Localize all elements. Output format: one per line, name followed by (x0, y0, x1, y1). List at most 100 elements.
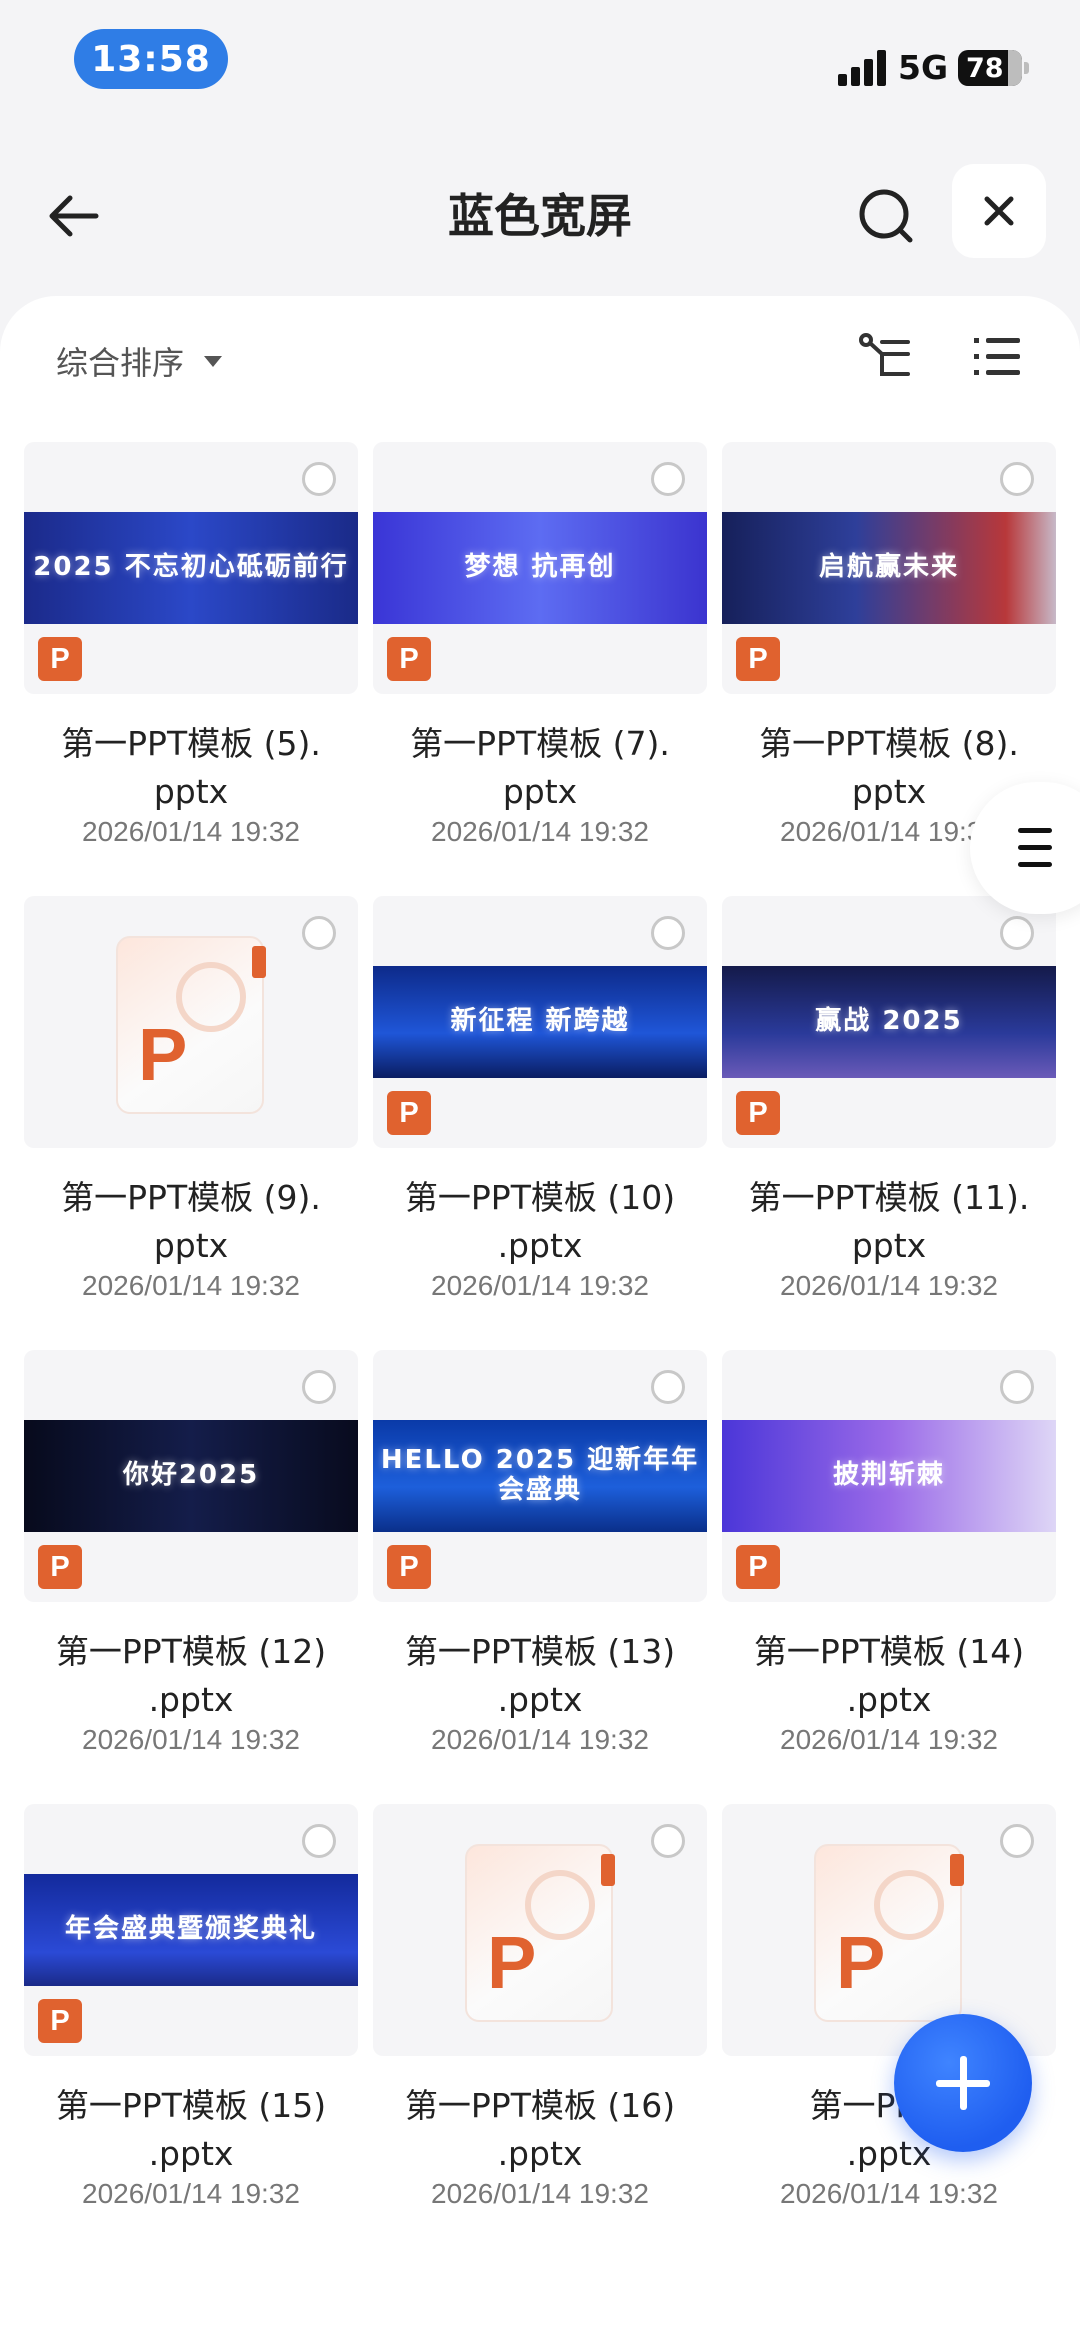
file-name: 第一PPT模板 (13) .pptx (404, 1632, 676, 1719)
select-checkbox[interactable] (1000, 1824, 1034, 1858)
plus-icon-bar (960, 2056, 967, 2110)
ppt-letter: P (836, 1921, 886, 2004)
file-date: 2026/01/14 19:32 (780, 2178, 998, 2209)
close-icon (984, 196, 1014, 226)
ppt-file-icon: P (814, 1844, 964, 2022)
list-view-button[interactable] (972, 334, 1022, 380)
battery-icon: 78 (958, 50, 1022, 86)
file-date: 2026/01/14 19:32 (431, 1724, 649, 1755)
banner-text: 梦想 抗再创 (464, 552, 616, 583)
file-date: 2026/01/14 19:32 (780, 1724, 998, 1755)
ppt-file-icon: P (736, 1545, 780, 1589)
file-name: 第一PPT模板 (12) .pptx (55, 1632, 327, 1719)
file-thumbnail: HELLO 2025 迎新年年会盛典 P (373, 1350, 707, 1602)
file-name: 第一PPT模板 (16) .pptx (404, 2086, 676, 2173)
battery-tip (1024, 62, 1029, 74)
file-date: 2026/01/14 19:32 (82, 1724, 300, 1755)
network-type: 5G (898, 48, 949, 87)
file-thumbnail: 启航赢未来 P (722, 442, 1056, 694)
banner-preview: 新征程 新跨越 (373, 966, 707, 1078)
select-checkbox[interactable] (1000, 916, 1034, 950)
select-checkbox[interactable] (651, 1824, 685, 1858)
banner-preview: 披荆斩棘 (722, 1420, 1056, 1532)
ppt-file-icon: P (736, 1091, 780, 1135)
file-name: 第一PPT模板 (10) .pptx (404, 1178, 676, 1265)
banner-text: 新征程 新跨越 (450, 1006, 630, 1037)
tree-view-icon (859, 333, 910, 376)
select-checkbox[interactable] (302, 1824, 336, 1858)
select-checkbox[interactable] (302, 462, 336, 496)
file-name: 第一PPT模板 (15) .pptx (55, 2086, 327, 2173)
file-name: 第一PPT模板 (5). pptx (61, 724, 321, 811)
ppt-file-icon: P (387, 637, 431, 681)
file-thumbnail: 赢战 2025 P (722, 896, 1056, 1148)
banner-text: 披荆斩棘 (832, 1460, 945, 1491)
ppt-letter: P (138, 1013, 188, 1096)
banner-preview: 2025 不忘初心砥砺前行 (24, 512, 358, 624)
select-checkbox[interactable] (302, 1370, 336, 1404)
file-thumbnail: 新征程 新跨越 P (373, 896, 707, 1148)
ppt-file-icon: P (736, 637, 780, 681)
status-time: 13:58 (74, 29, 228, 89)
banner-preview: HELLO 2025 迎新年年会盛典 (373, 1420, 707, 1532)
select-checkbox[interactable] (1000, 1370, 1034, 1404)
close-button[interactable] (952, 164, 1046, 258)
ppt-file-icon: P (38, 637, 82, 681)
banner-preview: 你好2025 (24, 1420, 358, 1532)
banner-preview: 启航赢未来 (722, 512, 1056, 624)
add-button[interactable] (894, 2014, 1032, 2152)
ppt-letter: P (487, 1921, 537, 2004)
file-thumbnail: 披荆斩棘 P (722, 1350, 1056, 1602)
search-icon (859, 189, 913, 243)
ppt-file-icon: P (38, 1999, 82, 2043)
file-thumbnail: 年会盛典暨颁奖典礼 P (24, 1804, 358, 2056)
file-name: 第一PPT模板 (11). pptx (748, 1178, 1030, 1265)
select-checkbox[interactable] (1000, 462, 1034, 496)
file-thumbnail: P (373, 1804, 707, 2056)
file-thumbnail: 梦想 抗再创 P (373, 442, 707, 694)
tree-view-button[interactable] (858, 332, 914, 382)
search-button[interactable] (850, 180, 922, 252)
file-date: 2026/01/14 19:32 (82, 816, 300, 847)
list-view-icon (974, 338, 1020, 375)
file-thumbnail: P (722, 1804, 1056, 2056)
file-date: 2026/01/14 19:32 (82, 1270, 300, 1301)
file-date: 2026/01/14 19:32 (780, 1270, 998, 1301)
menu-icon-line (1018, 862, 1052, 867)
banner-preview: 赢战 2025 (722, 966, 1056, 1078)
file-thumbnail: P (24, 896, 358, 1148)
file-date: 2026/01/14 19:32 (431, 816, 649, 847)
sort-label: 综合排序 (56, 344, 185, 382)
file-name: 第一PPT模板 (14) .pptx (753, 1632, 1025, 1719)
ppt-file-icon: P (387, 1091, 431, 1135)
file-fold (601, 1854, 615, 1886)
file-name: 第一PPT模板 (9). pptx (61, 1178, 321, 1265)
file-name: 第一PPT模板 (7). pptx (410, 724, 670, 811)
file-fold (950, 1854, 964, 1886)
menu-icon (1018, 828, 1052, 833)
banner-preview: 年会盛典暨颁奖典礼 (24, 1874, 358, 1986)
battery-level: 78 (966, 52, 1004, 84)
banner-text: 你好2025 (122, 1460, 260, 1491)
file-date: 2026/01/14 19:32 (82, 2178, 300, 2209)
ppt-file-icon: P (116, 936, 266, 1114)
select-checkbox[interactable] (302, 916, 336, 950)
sort-dropdown[interactable]: 综合排序 (56, 338, 223, 384)
header: 蓝色宽屏 (0, 150, 1080, 280)
ppt-file-icon: P (387, 1545, 431, 1589)
select-checkbox[interactable] (651, 1370, 685, 1404)
select-checkbox[interactable] (651, 462, 685, 496)
file-date: 2026/01/14 19:32 (431, 2178, 649, 2209)
file-thumbnail: 你好2025 P (24, 1350, 358, 1602)
status-bar: 13:58 5G 78 (0, 0, 1080, 120)
banner-text: 2025 不忘初心砥砺前行 (33, 552, 349, 583)
select-checkbox[interactable] (651, 916, 685, 950)
banner-preview: 梦想 抗再创 (373, 512, 707, 624)
banner-text: 年会盛典暨颁奖典礼 (64, 1914, 317, 1945)
ppt-file-icon: P (38, 1545, 82, 1589)
cell-signal-icon (838, 50, 888, 86)
file-thumbnail: 2025 不忘初心砥砺前行 P (24, 442, 358, 694)
banner-text: HELLO 2025 迎新年年会盛典 (380, 1445, 700, 1505)
file-fold (252, 946, 266, 978)
banner-text: 启航赢未来 (818, 552, 959, 583)
